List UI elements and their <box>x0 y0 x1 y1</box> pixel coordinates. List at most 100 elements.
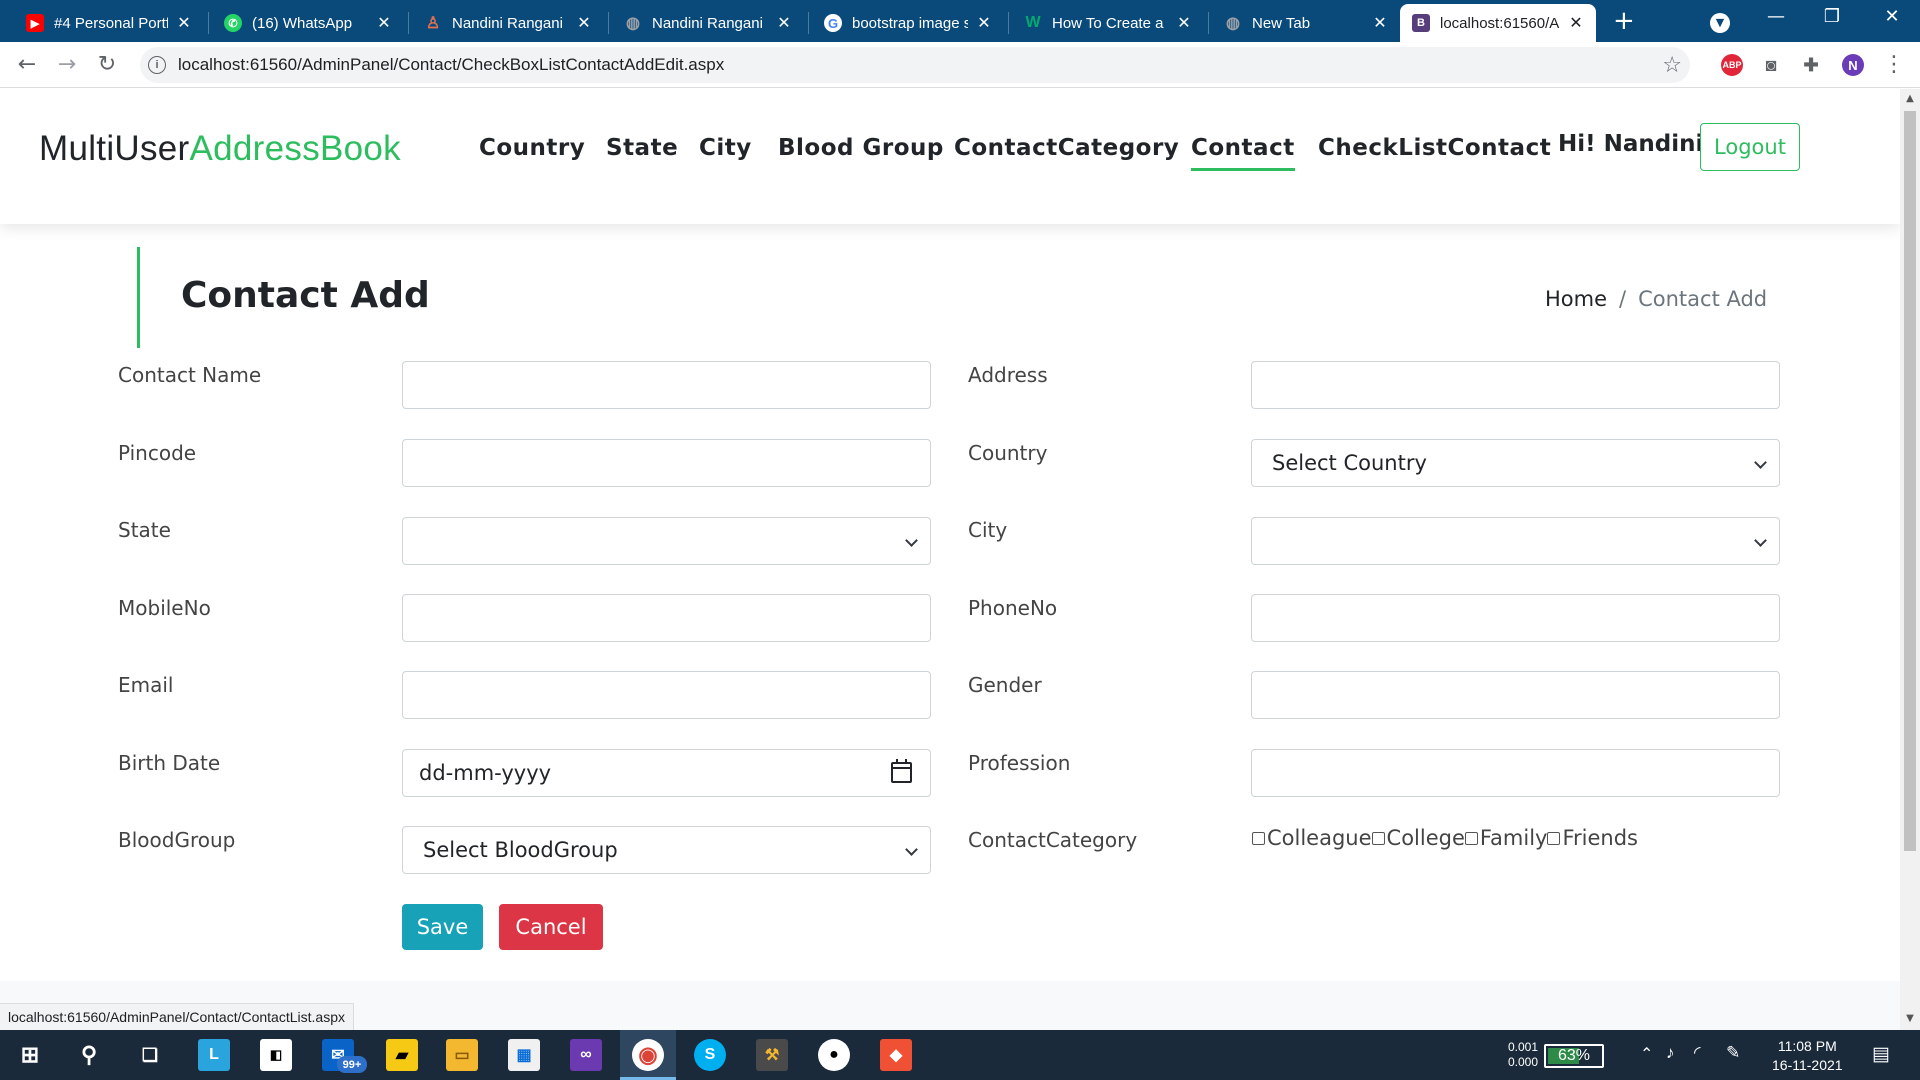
contact-name-input[interactable] <box>402 361 931 409</box>
checkbox[interactable] <box>1547 831 1561 845</box>
nav-country[interactable]: Country <box>479 135 585 161</box>
browser-tab[interactable]: ◍ Nandini Rangani | ✕ <box>612 4 804 42</box>
browser-tab[interactable]: ♙ Nandini Rangani | ✕ <box>412 4 604 42</box>
browser-tab[interactable]: ✆ (16) WhatsApp ✕ <box>212 4 404 42</box>
tab-search-icon[interactable]: ▼ <box>1710 13 1730 33</box>
file-explorer-icon[interactable]: ▭ <box>446 1039 478 1071</box>
country-select-value: Select Country <box>1272 451 1427 475</box>
phone-label: PhoneNo <box>968 596 1058 620</box>
browser-tab[interactable]: G bootstrap image s ✕ <box>812 4 1004 42</box>
scrollbar-thumb[interactable] <box>1904 111 1916 851</box>
category-option[interactable]: Friends <box>1547 826 1638 850</box>
state-select[interactable] <box>402 517 931 565</box>
windows-start-icon[interactable]: ⊞ <box>14 1039 46 1071</box>
close-icon[interactable]: ✕ <box>1176 13 1192 33</box>
close-icon[interactable]: ✕ <box>776 13 792 33</box>
chevron-up-icon[interactable]: ⌃ <box>1640 1044 1653 1064</box>
page-title: Contact Add <box>181 275 430 316</box>
notification-icon[interactable]: ▤ <box>1872 1043 1890 1066</box>
checkbox[interactable] <box>1371 831 1385 845</box>
google-icon: G <box>824 14 842 32</box>
skype-icon[interactable]: S <box>694 1039 726 1071</box>
reload-icon[interactable]: ↻ <box>95 53 119 77</box>
category-option[interactable]: Family <box>1464 826 1547 850</box>
sticky-notes-icon[interactable]: ▰ <box>386 1039 418 1071</box>
category-option[interactable]: College <box>1371 826 1465 850</box>
calendar-icon[interactable] <box>891 759 912 783</box>
profile-avatar[interactable]: N <box>1842 54 1864 76</box>
window-close-icon[interactable]: ✕ <box>1872 6 1912 27</box>
git-icon[interactable]: ◆ <box>880 1039 912 1071</box>
breadcrumb-home[interactable]: Home <box>1545 287 1607 311</box>
adblock-icon[interactable]: ABP <box>1721 54 1743 76</box>
email-input[interactable] <box>402 671 931 719</box>
chrome-icon[interactable]: ◉ <box>632 1039 664 1071</box>
back-icon[interactable]: ← <box>15 53 39 77</box>
birthdate-input[interactable]: dd-mm-yyyy <box>402 749 931 797</box>
checkbox[interactable] <box>1252 831 1265 845</box>
close-icon[interactable]: ✕ <box>576 13 592 33</box>
camera-icon[interactable]: ◙ <box>1760 54 1782 76</box>
forward-icon[interactable]: → <box>55 53 79 77</box>
address-bar: ← → ↻ i localhost:61560/AdminPanel/Conta… <box>0 42 1920 88</box>
country-label: Country <box>968 441 1048 465</box>
nav-state[interactable]: State <box>606 135 678 161</box>
site-logo[interactable]: MultiUserAddressBook <box>39 129 401 169</box>
logout-button[interactable]: Logout <box>1700 123 1800 171</box>
clock[interactable]: 11:08 PM 16-11-2021 <box>1772 1037 1843 1075</box>
close-icon[interactable]: ✕ <box>176 13 192 33</box>
pen-icon[interactable]: ✎ <box>1726 1043 1740 1063</box>
extensions-icon[interactable]: ✚ <box>1800 54 1822 76</box>
gender-input[interactable] <box>1251 671 1780 719</box>
nav-blood-group[interactable]: Blood Group <box>778 135 944 161</box>
nav-contact[interactable]: Contact <box>1191 135 1295 171</box>
pincode-input[interactable] <box>402 439 931 487</box>
city-select[interactable] <box>1251 517 1780 565</box>
w3schools-icon: W <box>1025 14 1041 31</box>
category-option[interactable]: Colleague <box>1252 826 1372 850</box>
github-icon[interactable]: ● <box>818 1039 850 1071</box>
new-tab-icon[interactable]: + <box>1613 8 1635 34</box>
cancel-button[interactable]: Cancel <box>499 904 603 950</box>
nav-contact-category[interactable]: ContactCategory <box>954 135 1179 161</box>
vertical-scrollbar[interactable]: ▲ ▼ <box>1900 89 1920 1030</box>
browser-tab-active[interactable]: B localhost:61560/A ✕ <box>1400 4 1596 42</box>
volume-icon[interactable]: ♪ <box>1666 1043 1675 1063</box>
task-view-icon[interactable]: ❏ <box>134 1039 166 1071</box>
profession-input[interactable] <box>1251 749 1780 797</box>
visual-studio-icon[interactable]: ∞ <box>570 1039 602 1071</box>
minimize-icon[interactable]: — <box>1756 6 1796 27</box>
checkbox[interactable] <box>1464 831 1478 845</box>
mobile-input[interactable] <box>402 594 931 642</box>
scroll-down-icon[interactable]: ▼ <box>1900 1013 1920 1024</box>
app-l-icon[interactable]: L <box>198 1039 230 1071</box>
close-icon[interactable]: ✕ <box>976 13 992 33</box>
store-icon[interactable]: ▦ <box>508 1039 540 1071</box>
bloodgroup-select[interactable]: Select BloodGroup <box>402 826 931 874</box>
info-icon[interactable]: i <box>148 56 166 74</box>
wifi-icon[interactable]: ◜ <box>1694 1043 1701 1063</box>
app-dolby-icon[interactable]: ◧ <box>260 1039 292 1071</box>
save-button[interactable]: Save <box>402 904 483 950</box>
close-icon[interactable]: ✕ <box>376 13 392 33</box>
browser-tab[interactable]: W How To Create a F ✕ <box>1012 4 1204 42</box>
phone-input[interactable] <box>1251 594 1780 642</box>
menu-kebab-icon[interactable]: ⋮ <box>1882 53 1906 77</box>
nav-checklist-contact[interactable]: CheckListContact <box>1318 135 1551 161</box>
mobile-label: MobileNo <box>118 596 211 620</box>
country-select[interactable]: Select Country <box>1251 439 1780 487</box>
url-input[interactable]: i localhost:61560/AdminPanel/Contact/Che… <box>140 47 1690 83</box>
windows-taskbar: ⊞ ⚲ ❏ L ◧ ✉ 99+ ▰ ▭ ▦ ∞ ◉ S ⚒ ● ◆ 0.001 … <box>0 1030 1920 1080</box>
bookmark-star-icon[interactable]: ☆ <box>1662 53 1682 78</box>
scroll-up-icon[interactable]: ▲ <box>1900 93 1920 104</box>
battery-indicator[interactable]: 63% <box>1544 1044 1604 1068</box>
close-icon[interactable]: ✕ <box>1568 13 1584 33</box>
address-input[interactable] <box>1251 361 1780 409</box>
nav-city[interactable]: City <box>699 135 752 161</box>
restore-icon[interactable]: ❐ <box>1812 6 1852 27</box>
close-icon[interactable]: ✕ <box>1372 13 1388 33</box>
search-icon[interactable]: ⚲ <box>73 1039 105 1071</box>
tools-icon[interactable]: ⚒ <box>756 1039 788 1071</box>
browser-tab[interactable]: ◍ New Tab ✕ <box>1212 4 1400 42</box>
browser-tab[interactable]: ▶ #4 Personal Portfo ✕ <box>14 4 204 42</box>
